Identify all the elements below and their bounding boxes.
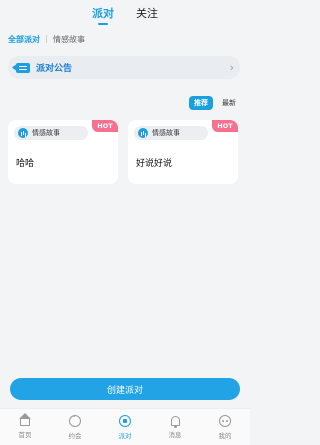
profile-icon [219, 414, 231, 427]
sort-recommended-button[interactable]: 推荐 [189, 96, 213, 110]
tab-follow[interactable]: 关注 [134, 5, 160, 21]
nav-label: 约会 [68, 431, 82, 440]
sort-toggle: 推荐 最新 [189, 96, 241, 110]
tab-party[interactable]: 派对 [90, 5, 116, 21]
party-icon [119, 414, 131, 427]
party-card[interactable]: 情感故事 HOT 哈哈 [8, 120, 118, 184]
card-category-tag: 情感故事 [134, 126, 208, 140]
nav-label: 派对 [118, 431, 132, 440]
card-title: 好说好说 [136, 159, 173, 169]
card-title: 哈哈 [16, 159, 35, 169]
sub-tab-all-parties[interactable]: 全部派对 [8, 34, 40, 45]
party-announcement-bar[interactable]: 派对公告 › [8, 56, 240, 79]
sub-tab-emotional-stories[interactable]: 情感故事 [53, 34, 85, 45]
top-tabs: 派对 关注 [0, 0, 250, 26]
bar-chart-icon [138, 128, 148, 138]
nav-item-party[interactable]: 派对 [105, 414, 145, 440]
party-card[interactable]: 情感故事 HOT 好说好说 [128, 120, 238, 184]
card-category-label: 情感故事 [152, 129, 180, 137]
announcement-label: 派对公告 [36, 64, 73, 74]
megaphone-icon [16, 62, 30, 73]
chevron-right-icon: › [229, 61, 234, 74]
nav-item-home[interactable]: 首页 [5, 413, 45, 439]
bottom-nav: 首页 约会 派对 消息 我的 [0, 408, 250, 445]
nav-label: 我的 [218, 431, 232, 440]
sort-latest-button[interactable]: 最新 [217, 96, 241, 110]
nav-item-messages[interactable]: 消息 [155, 415, 195, 439]
card-category-tag: 情感故事 [14, 126, 88, 140]
hot-badge: HOT [92, 120, 118, 132]
create-party-button[interactable]: 创建派对 [10, 378, 240, 400]
party-screen: 派对 关注 全部派对 情感故事 派对公告 › 推荐 最新 情感故事 HOT 哈哈… [0, 0, 250, 445]
nav-item-profile[interactable]: 我的 [205, 414, 245, 440]
card-category-label: 情感故事 [32, 129, 60, 137]
sub-tab-divider [46, 35, 47, 43]
hot-badge: HOT [212, 120, 238, 132]
nav-item-dating[interactable]: 约会 [55, 413, 95, 440]
bell-icon [170, 415, 180, 428]
nav-label: 首页 [18, 431, 32, 439]
sub-tabs: 全部派对 情感故事 [8, 33, 85, 45]
bar-chart-icon [18, 128, 28, 138]
nav-label: 消息 [168, 430, 182, 439]
chat-icon [69, 413, 81, 427]
home-icon [19, 413, 31, 426]
